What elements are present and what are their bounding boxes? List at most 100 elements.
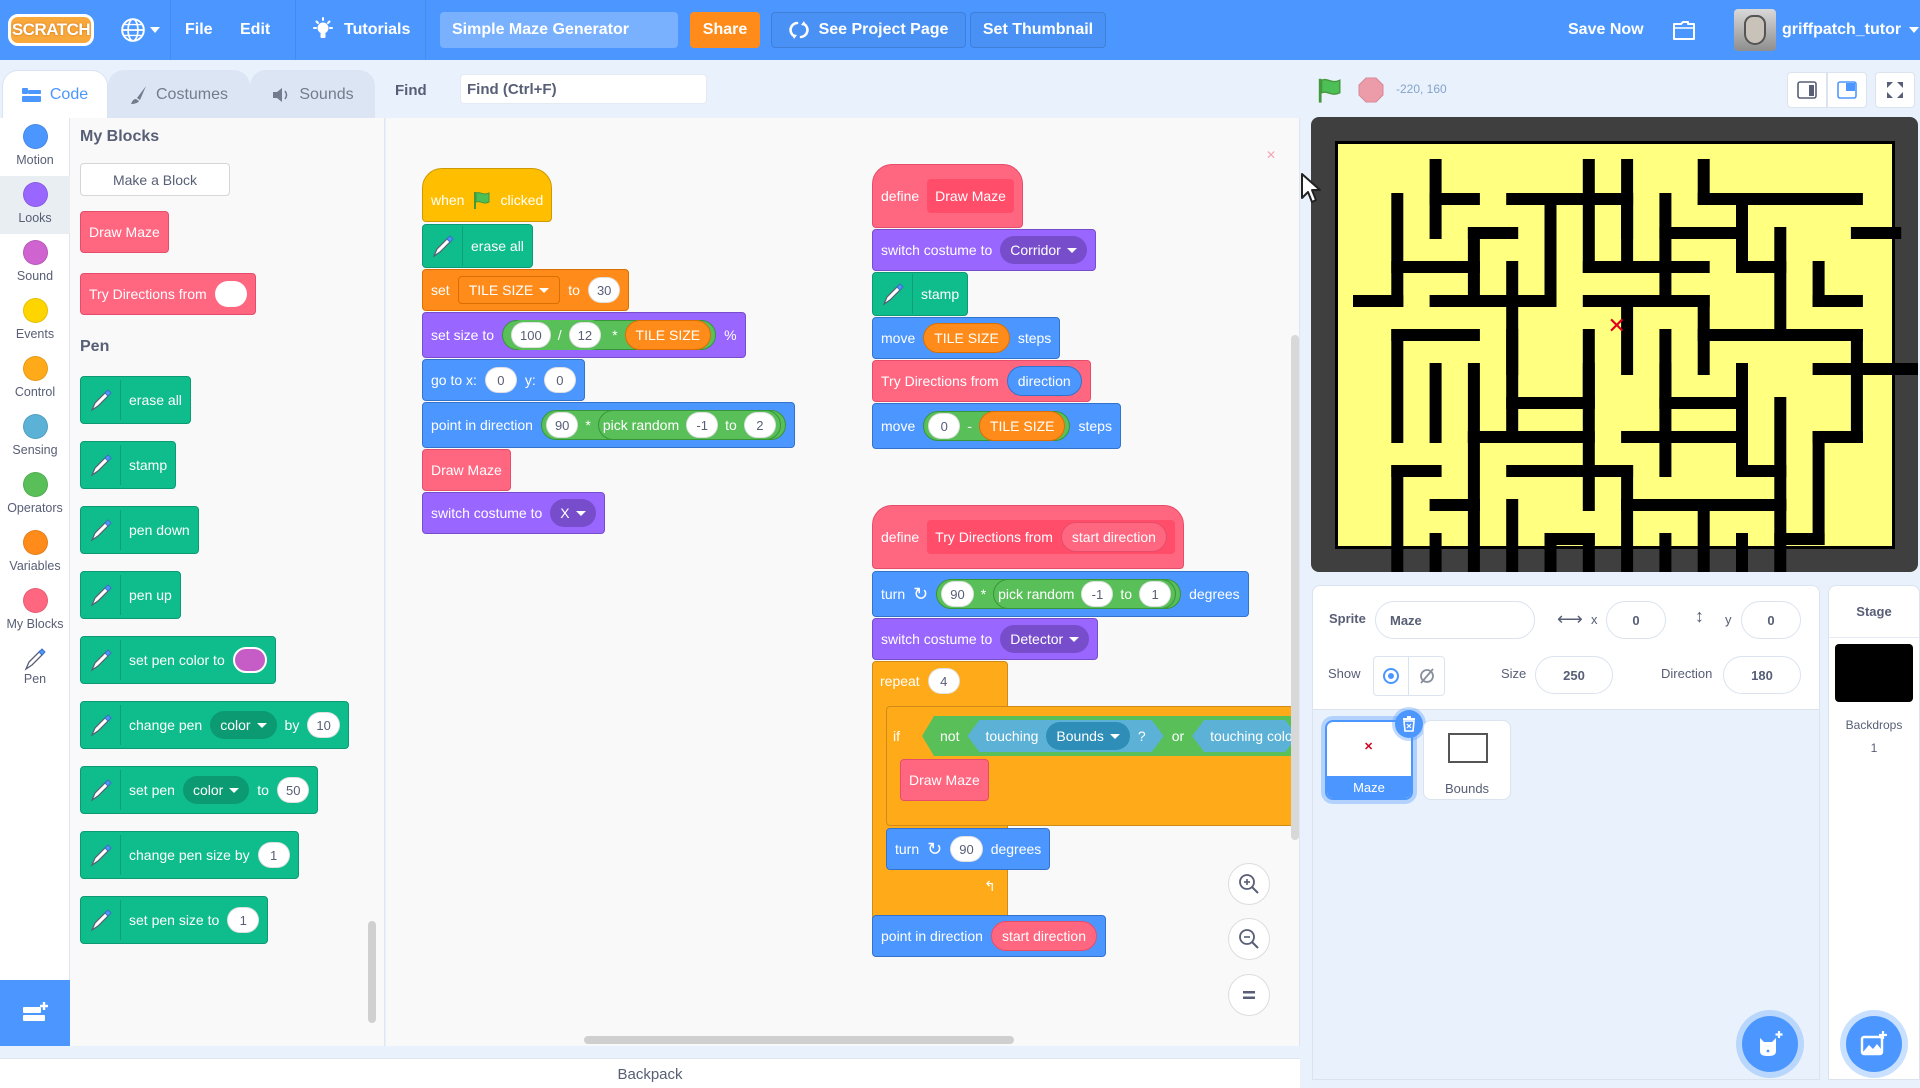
backpack[interactable]: Backpack <box>0 1058 1300 1088</box>
category-sensing[interactable]: Sensing <box>0 408 70 466</box>
set-size-block[interactable]: set size to 100 / 12 * TILE SIZE% <box>422 312 746 358</box>
parameter-reporter[interactable]: start direction <box>1060 522 1167 552</box>
number-input[interactable]: 30 <box>587 277 621 303</box>
number-input[interactable]: 12 <box>568 322 602 348</box>
delete-sprite-button[interactable] <box>1395 710 1423 738</box>
multiply-operator[interactable]: 90 * pick random -1 to 2 <box>540 410 786 440</box>
switch-costume-block[interactable]: switch costume to Detector <box>872 618 1099 660</box>
number-input[interactable]: 90 <box>941 581 974 607</box>
zoom-in-button[interactable] <box>1228 863 1270 905</box>
variable-reporter[interactable]: TILE SIZE <box>923 323 1010 353</box>
number-input[interactable]: 90 <box>545 412 579 438</box>
number-input[interactable]: 2 <box>743 412 776 438</box>
palette-block-erase-all[interactable]: erase all <box>80 376 191 424</box>
stop-button[interactable] <box>1358 77 1384 108</box>
costume-dropdown[interactable]: X <box>550 499 596 527</box>
stamp-block[interactable]: stamp <box>872 272 969 316</box>
language-menu[interactable] <box>120 0 160 60</box>
choose-sprite-button[interactable] <box>1742 1016 1798 1072</box>
y-position-input[interactable]: 0 <box>1741 601 1801 639</box>
number-input[interactable]: 0 <box>928 413 961 439</box>
set-thumbnail-button[interactable]: Set Thumbnail <box>970 12 1106 48</box>
erase-all-block[interactable]: erase all <box>422 224 533 268</box>
reset-zoom-button[interactable] <box>1228 974 1270 1016</box>
direction-input[interactable]: 180 <box>1723 656 1801 694</box>
number-input[interactable]: 1 <box>1139 581 1172 607</box>
code-workspace[interactable]: ✕ when clicked erase all set TILE SIZE to 3… <box>386 118 1300 1046</box>
number-input[interactable]: 10 <box>307 712 340 738</box>
pick-random-reporter[interactable]: pick random -1 to 2 <box>597 410 781 440</box>
try-directions-call-block[interactable]: Try Directions from direction <box>872 360 1091 402</box>
find-input[interactable]: Find (Ctrl+F) <box>460 74 707 104</box>
share-button[interactable]: Share <box>690 12 760 48</box>
pick-random-reporter[interactable]: pick random -1 to 1 <box>993 579 1177 609</box>
set-variable-block[interactable]: set TILE SIZE to 30 <box>422 269 630 311</box>
category-operators[interactable]: Operators <box>0 466 70 524</box>
number-input[interactable]: 0 <box>543 367 576 393</box>
subtract-operator[interactable]: 0- TILE SIZE <box>923 411 1071 441</box>
number-input[interactable]: 50 <box>276 777 310 803</box>
palette-block-change-pen[interactable]: change pen color by 10 <box>80 701 349 749</box>
palette-block-stamp[interactable]: stamp <box>80 441 177 489</box>
tab-costumes[interactable]: Costumes <box>108 70 250 118</box>
file-menu[interactable]: File <box>185 0 213 60</box>
save-now-button[interactable]: Save Now <box>1568 0 1644 60</box>
pen-param-dropdown[interactable]: color <box>182 776 250 804</box>
point-in-direction-block[interactable]: point in direction 90 * pick random -1 to 2 <box>422 402 795 448</box>
palette-block-try-directions[interactable]: Try Directions from <box>80 273 256 315</box>
show-hidden-button[interactable] <box>1409 657 1444 695</box>
palette-block-pen-up[interactable]: pen up <box>80 571 181 619</box>
palette-scrollbar[interactable] <box>368 921 376 1023</box>
backdrop-thumbnail[interactable] <box>1835 644 1913 702</box>
divide-operator[interactable]: 100 / 12 <box>507 320 606 350</box>
number-input[interactable]: -1 <box>1081 581 1114 607</box>
draw-maze-call-block[interactable]: Draw Maze <box>422 449 511 491</box>
sprite-tile-bounds[interactable]: Bounds <box>1423 720 1511 800</box>
account-menu[interactable]: griffpatch_tutor <box>1782 0 1920 60</box>
not-operator[interactable]: not touching Bounds? or touching color <box>922 716 1300 756</box>
number-input[interactable]: 4 <box>927 668 960 694</box>
size-input[interactable]: 250 <box>1535 656 1613 694</box>
category-motion[interactable]: Motion <box>0 118 70 176</box>
touching-object-dropdown[interactable]: Bounds <box>1046 722 1129 750</box>
tutorials-button[interactable]: Tutorials <box>312 0 410 60</box>
number-input[interactable]: 100 <box>511 322 551 348</box>
workspace-vertical-scrollbar[interactable] <box>1291 335 1299 840</box>
point-in-direction-block[interactable]: point in direction start direction <box>872 915 1106 957</box>
touching-color-block[interactable]: touching color <box>1192 720 1297 752</box>
category-pen[interactable]: Pen <box>0 640 70 698</box>
number-input[interactable]: 1 <box>257 842 290 868</box>
add-extension-button[interactable] <box>0 980 70 1046</box>
normal-stage-button[interactable] <box>1827 72 1867 108</box>
switch-costume-block[interactable]: switch costume to Corridor <box>872 229 1096 271</box>
avatar[interactable] <box>1734 9 1776 51</box>
workspace-horizontal-scrollbar[interactable] <box>584 1036 1014 1044</box>
number-input[interactable]: 0 <box>484 367 517 393</box>
tab-sounds[interactable]: Sounds <box>250 70 375 118</box>
turn-right-block[interactable]: turn ↻ 90 degrees <box>886 828 1051 870</box>
category-my-blocks[interactable]: My Blocks <box>0 582 70 640</box>
when-flag-clicked-block[interactable]: when clicked <box>422 168 553 222</box>
touching-sensing-block[interactable]: touching Bounds? <box>967 720 1163 752</box>
sprite-name-input[interactable]: Maze <box>1375 601 1535 639</box>
my-stuff-button[interactable] <box>1672 0 1696 60</box>
number-input[interactable]: 90 <box>950 836 983 862</box>
define-draw-maze-block[interactable]: define Draw Maze <box>872 164 1023 228</box>
scratch-logo[interactable]: SCRATCH <box>8 14 94 46</box>
green-flag-button[interactable] <box>1316 76 1344 109</box>
x-position-input[interactable]: 0 <box>1606 601 1666 639</box>
edit-menu[interactable]: Edit <box>240 0 270 60</box>
palette-block-pen-down[interactable]: pen down <box>80 506 199 554</box>
variable-reporter[interactable]: TILE SIZE <box>978 411 1066 441</box>
tab-code[interactable]: Code <box>2 70 108 118</box>
project-title-input[interactable]: Simple Maze Generator <box>440 12 678 48</box>
zoom-out-button[interactable] <box>1228 918 1270 960</box>
variable-dropdown[interactable]: TILE SIZE <box>457 276 561 304</box>
category-control[interactable]: Control <box>0 350 70 408</box>
parameter-reporter[interactable]: start direction <box>990 921 1097 951</box>
palette-block-set-pen-size[interactable]: set pen size to 1 <box>80 896 269 944</box>
palette-block-set-pen-color[interactable]: set pen color to <box>80 636 276 684</box>
small-stage-button[interactable] <box>1787 72 1827 108</box>
stage-canvas[interactable]: ✕ <box>1311 117 1918 572</box>
color-picker-swatch[interactable] <box>232 647 267 673</box>
